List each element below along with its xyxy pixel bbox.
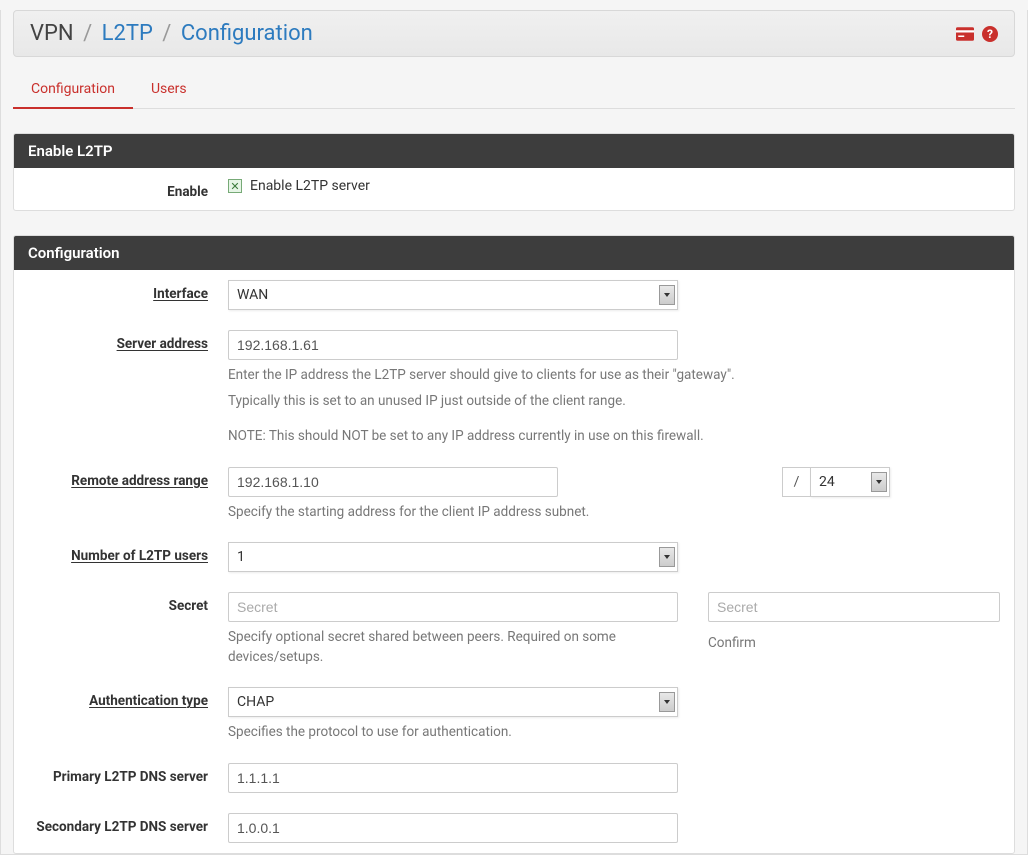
card-icon[interactable] (956, 27, 974, 41)
select-num-users-value: 1 (237, 549, 245, 565)
breadcrumb-bar: VPN / L2TP / Configuration ? (13, 10, 1015, 57)
select-subnet[interactable]: 24 (810, 467, 890, 497)
select-interface-value: WAN (237, 287, 268, 303)
help-secret: Specify optional secret shared between p… (228, 628, 688, 667)
select-auth-type[interactable]: CHAP (228, 687, 678, 717)
chevron-down-icon (871, 472, 887, 492)
label-interface: Interface (28, 280, 208, 302)
select-subnet-value: 24 (819, 474, 835, 490)
chevron-down-icon (659, 547, 675, 567)
input-dns2[interactable] (228, 813, 678, 843)
label-dns2: Secondary L2TP DNS server (28, 813, 208, 835)
select-auth-type-value: CHAP (237, 694, 274, 710)
help-server-address-2: Typically this is set to an unused IP ju… (228, 392, 848, 412)
checkbox-enable-l2tp[interactable]: ✕ (228, 179, 242, 193)
label-secret: Secret (28, 592, 208, 614)
subnet-slash: / (782, 467, 810, 497)
breadcrumb-l2tp[interactable]: L2TP (102, 21, 153, 46)
help-server-address-3: NOTE: This should NOT be set to any IP a… (228, 427, 848, 447)
help-server-address-1: Enter the IP address the L2TP server sho… (228, 366, 848, 386)
chevron-down-icon (659, 285, 675, 305)
checkbox-enable-label: Enable L2TP server (250, 178, 370, 194)
breadcrumb-root[interactable]: VPN (30, 21, 74, 46)
help-remote-range: Specify the starting address for the cli… (228, 503, 589, 523)
tabs: Configuration Users (13, 71, 1015, 109)
label-server-address: Server address (28, 330, 208, 352)
tab-users[interactable]: Users (133, 71, 205, 109)
tab-configuration[interactable]: Configuration (13, 71, 133, 109)
chevron-down-icon (659, 692, 675, 712)
input-remote-range[interactable] (228, 467, 558, 497)
input-server-address[interactable] (228, 330, 678, 360)
input-secret[interactable] (228, 592, 678, 622)
help-auth-type: Specifies the protocol to use for authen… (228, 723, 848, 743)
breadcrumb-current: Configuration (181, 21, 313, 46)
select-interface[interactable]: WAN (228, 280, 678, 310)
label-remote-range: Remote address range (28, 467, 208, 489)
breadcrumb: VPN / L2TP / Configuration (30, 21, 313, 46)
breadcrumb-sep: / (162, 21, 171, 46)
label-dns1: Primary L2TP DNS server (28, 763, 208, 785)
label-num-users: Number of L2TP users (28, 542, 208, 564)
input-dns1[interactable] (228, 763, 678, 793)
label-secret-confirm: Confirm (708, 634, 1000, 654)
panel-header-config: Configuration (14, 236, 1014, 270)
panel-header-enable: Enable L2TP (14, 134, 1014, 168)
panel-configuration: Configuration Interface WAN Server addre… (13, 235, 1015, 854)
breadcrumb-sep: / (83, 21, 92, 46)
select-num-users[interactable]: 1 (228, 542, 678, 572)
help-icon[interactable]: ? (982, 26, 998, 42)
label-auth-type: Authentication type (28, 687, 208, 709)
input-secret-confirm[interactable] (708, 592, 1000, 622)
panel-enable-l2tp: Enable L2TP Enable ✕ Enable L2TP server (13, 133, 1015, 211)
label-enable: Enable (28, 178, 208, 200)
